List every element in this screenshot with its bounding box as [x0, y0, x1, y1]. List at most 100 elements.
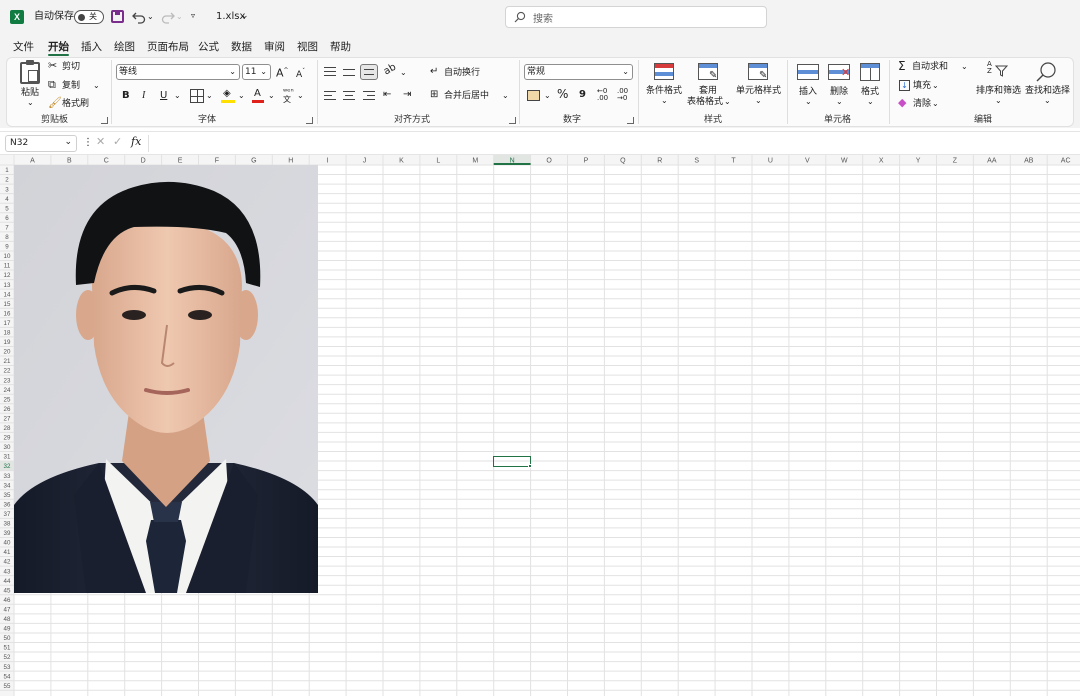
column-header-t[interactable]: T: [731, 158, 736, 165]
border-dropdown-icon[interactable]: ⌄: [206, 90, 213, 102]
comma-style-button[interactable]: 9: [579, 89, 586, 101]
fill-button[interactable]: 填充: [913, 80, 931, 92]
fill-dropdown-icon[interactable]: ⌄: [932, 80, 939, 92]
decrease-indent-icon[interactable]: ⇤: [383, 89, 391, 101]
tab-home[interactable]: 开始: [48, 39, 69, 56]
row-header-31[interactable]: 31: [4, 454, 11, 461]
cell-styles-icon[interactable]: ✎: [748, 63, 768, 81]
cut-button[interactable]: 剪切: [62, 61, 80, 73]
row-header-2[interactable]: 2: [5, 177, 9, 184]
column-header-g[interactable]: G: [251, 158, 256, 165]
row-header-33[interactable]: 33: [4, 473, 11, 480]
customize-toolbar-icon[interactable]: ▿: [191, 9, 195, 23]
increase-font-icon[interactable]: A^: [276, 65, 289, 80]
row-header-10[interactable]: 10: [4, 253, 11, 260]
row-header-18[interactable]: 18: [4, 330, 11, 337]
alignment-launcher-icon[interactable]: [509, 117, 516, 124]
formula-bar-more-icon[interactable]: ⋮: [83, 137, 93, 149]
format-dropdown-icon[interactable]: ⌄: [867, 96, 874, 108]
phonetic-dropdown-icon[interactable]: ⌄: [297, 90, 304, 102]
formula-input[interactable]: [148, 135, 1076, 152]
row-header-38[interactable]: 38: [4, 521, 11, 528]
column-header-h[interactable]: H: [288, 158, 293, 165]
row-header-25[interactable]: 25: [4, 396, 11, 403]
bold-button[interactable]: B: [122, 90, 130, 102]
column-header-i[interactable]: I: [327, 158, 329, 165]
row-header-27[interactable]: 27: [4, 415, 11, 422]
increase-indent-icon[interactable]: ⇥: [403, 89, 411, 101]
conditional-dropdown-icon[interactable]: ⌄: [661, 95, 668, 107]
fill-color-icon[interactable]: ◈: [221, 88, 235, 103]
cut-icon[interactable]: ✂: [48, 60, 57, 72]
confirm-formula-icon[interactable]: ✓: [113, 136, 122, 148]
row-header-46[interactable]: 46: [4, 597, 11, 604]
copy-button[interactable]: 复制: [62, 80, 80, 92]
clear-dropdown-icon[interactable]: ⌄: [932, 98, 939, 110]
column-header-m[interactable]: M: [472, 158, 478, 165]
row-header-4[interactable]: 4: [5, 196, 9, 203]
column-header-q[interactable]: Q: [620, 158, 626, 165]
font-size-select[interactable]: 11 ⌄: [242, 64, 271, 80]
column-header-x[interactable]: X: [879, 158, 884, 165]
tab-draw[interactable]: 绘图: [114, 39, 135, 54]
column-header-y[interactable]: Y: [916, 158, 921, 165]
row-header-49[interactable]: 49: [4, 626, 11, 633]
cancel-formula-icon[interactable]: ✕: [96, 136, 105, 148]
decrease-font-icon[interactable]: Aˇ: [296, 66, 305, 81]
row-header-41[interactable]: 41: [4, 549, 11, 556]
row-header-53[interactable]: 53: [4, 664, 11, 671]
delete-cells-icon[interactable]: ✕: [828, 64, 850, 80]
row-header-8[interactable]: 8: [5, 234, 9, 241]
portrait-picture[interactable]: [14, 165, 318, 593]
paste-dropdown-icon[interactable]: ⌄: [27, 97, 34, 109]
autosum-button[interactable]: 自动求和: [912, 61, 948, 73]
row-header-52[interactable]: 52: [4, 654, 11, 661]
insert-cells-icon[interactable]: [797, 64, 819, 80]
fill-color-dropdown-icon[interactable]: ⌄: [238, 90, 245, 102]
row-header-50[interactable]: 50: [4, 635, 11, 642]
autosum-dropdown-icon[interactable]: ⌄: [961, 61, 968, 73]
align-middle-icon[interactable]: [343, 69, 355, 76]
insert-function-button[interactable]: fx: [131, 136, 141, 148]
paste-icon[interactable]: [20, 60, 40, 84]
phonetic-guide-icon[interactable]: ʷᵉⁿ 文: [283, 88, 294, 104]
italic-button[interactable]: I: [142, 90, 145, 102]
row-header-5[interactable]: 5: [5, 205, 9, 212]
font-name-select[interactable]: 等线 ⌄: [116, 64, 240, 80]
align-top-icon[interactable]: [324, 67, 336, 76]
row-header-51[interactable]: 51: [4, 645, 11, 652]
wrap-text-button[interactable]: 自动换行: [444, 67, 480, 79]
row-header-22[interactable]: 22: [4, 368, 11, 375]
row-header-16[interactable]: 16: [4, 310, 11, 317]
tab-page-layout[interactable]: 页面布局: [147, 39, 189, 54]
row-header-1[interactable]: 1: [5, 167, 9, 174]
font-launcher-icon[interactable]: [306, 117, 313, 124]
column-header-p[interactable]: P: [584, 158, 589, 165]
column-header-v[interactable]: V: [805, 158, 810, 165]
format-painter-icon[interactable]: 🖌: [48, 97, 62, 109]
search-box[interactable]: 搜索: [505, 6, 767, 28]
row-header-3[interactable]: 3: [5, 186, 9, 193]
tab-review[interactable]: 审阅: [264, 39, 285, 54]
merge-dropdown-icon[interactable]: ⌄: [502, 90, 509, 102]
row-header-40[interactable]: 40: [4, 540, 11, 547]
row-header-37[interactable]: 37: [4, 511, 11, 518]
redo-icon[interactable]: [161, 10, 175, 24]
border-icon[interactable]: [190, 89, 204, 103]
column-header-c[interactable]: C: [104, 158, 109, 165]
row-header-36[interactable]: 36: [4, 501, 11, 508]
clear-icon[interactable]: ◆: [898, 97, 906, 109]
undo-icon[interactable]: [132, 10, 146, 24]
row-header-42[interactable]: 42: [4, 559, 11, 566]
find-select-icon[interactable]: [1035, 61, 1057, 83]
cell-styles-dropdown-icon[interactable]: ⌄: [755, 95, 762, 107]
copy-dropdown-icon[interactable]: ⌄: [93, 80, 100, 92]
row-header-19[interactable]: 19: [4, 339, 11, 346]
font-color-dropdown-icon[interactable]: ⌄: [268, 90, 275, 102]
align-left-icon[interactable]: [324, 91, 336, 100]
autosave-toggle[interactable]: 关: [74, 10, 104, 24]
row-header-26[interactable]: 26: [4, 406, 11, 413]
row-header-29[interactable]: 29: [4, 435, 11, 442]
column-header-aa[interactable]: AA: [987, 158, 997, 165]
row-header-15[interactable]: 15: [4, 301, 11, 308]
